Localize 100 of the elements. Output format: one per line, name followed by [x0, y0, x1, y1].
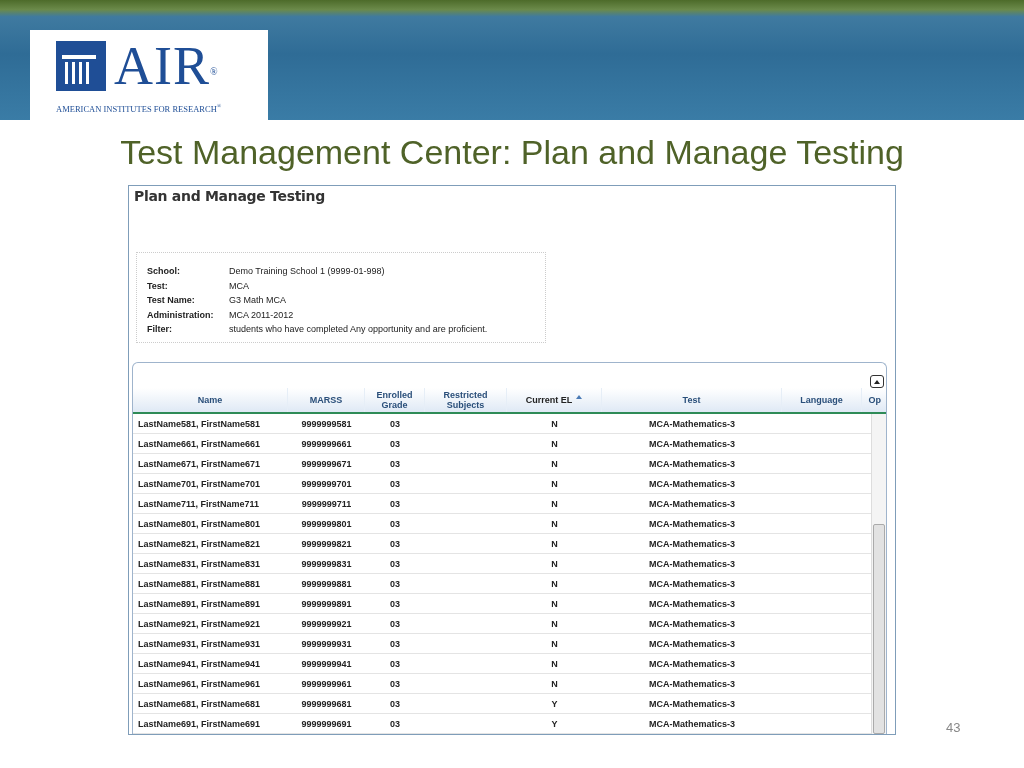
table-cell-text: MCA-Mathematics-3 [648, 597, 736, 611]
info-value: MCA 2011-2012 [229, 308, 295, 322]
table-cell-text: LastName691, FirstName691 [137, 717, 262, 731]
table-cell-text: LastName711, FirstName711 [137, 497, 261, 511]
table-cell-text: 03 [389, 697, 401, 711]
table-cell-text: LastName661, FirstName661 [137, 437, 262, 451]
table-row[interactable]: LastName881, FirstName881 9999999881 03 N MCA-Mathematics-3 [133, 574, 871, 594]
table-cell-text: 9999999831 [300, 557, 353, 571]
table-cell-text: MCA-Mathematics-3 [648, 417, 736, 431]
scrollbar-thumb[interactable] [873, 524, 885, 734]
column-header[interactable]: Test [602, 388, 782, 412]
table-row[interactable]: LastName661, FirstName661 9999999661 03 N MCA-Mathematics-3 [133, 434, 871, 454]
info-label: School: [147, 265, 181, 278]
table-cell-text: 03 [389, 617, 401, 631]
table-row[interactable]: LastName691, FirstName691 9999999691 03 Y MCA-Mathematics-3 [133, 714, 871, 734]
info-value: MCA [229, 279, 250, 293]
table-row[interactable]: LastName701, FirstName701 9999999701 03 N MCA-Mathematics-3 [133, 474, 871, 494]
table-cell-text: 9999999961 [300, 677, 353, 691]
table-cell-text: Y [550, 717, 559, 731]
table-cell-text: 9999999701 [300, 477, 353, 491]
table-cell-text: LastName891, FirstName891 [137, 597, 262, 611]
table-cell-text: N [550, 437, 559, 451]
table-cell-text: 03 [389, 657, 401, 671]
table-cell-text: LastName581, FirstName581 [137, 417, 262, 431]
table-cell-text: 03 [389, 457, 401, 471]
table-cell-text: N [550, 577, 559, 591]
table-cell-text: Y [550, 697, 559, 711]
table-cell-text: 9999999691 [300, 717, 353, 731]
column-header[interactable]: Op [862, 388, 886, 412]
column-header[interactable]: Name [133, 388, 288, 412]
table-cell-text: LastName931, FirstName931 [137, 637, 262, 651]
table-cell-text: N [550, 497, 559, 511]
table-row[interactable]: LastName831, FirstName831 9999999831 03 N MCA-Mathematics-3 [133, 554, 871, 574]
table-row[interactable]: LastName581, FirstName581 9999999581 03 N MCA-Mathematics-3 [133, 414, 871, 434]
table-cell-text: LastName941, FirstName941 [137, 657, 262, 671]
column-header[interactable]: MARSS [288, 388, 365, 412]
column-header[interactable]: Restricted Subjects [425, 388, 507, 412]
table-cell-text: MCA-Mathematics-3 [648, 677, 736, 691]
table-cell-text: MCA-Mathematics-3 [648, 437, 736, 451]
table-row[interactable]: LastName931, FirstName931 9999999931 03 N MCA-Mathematics-3 [133, 634, 871, 654]
logo-wordmark: AIR$^{®}$ [114, 38, 219, 94]
table-cell-text: LastName701, FirstName701 [137, 477, 262, 491]
table-cell-text: LastName921, FirstName921 [137, 617, 262, 631]
table-row[interactable]: LastName941, FirstName941 9999999941 03 N MCA-Mathematics-3 [133, 654, 871, 674]
column-header[interactable]: Language [782, 388, 862, 412]
table-cell-text: LastName801, FirstName801 [137, 517, 262, 531]
info-label: Test Name: [147, 294, 196, 307]
table-row[interactable]: LastName711, FirstName711 9999999711 03 N MCA-Mathematics-3 [133, 494, 871, 514]
info-value: students who have completed Any opportunity and are proficient. [229, 323, 489, 336]
table-cell-text: LastName671, FirstName671 [137, 457, 262, 471]
table-row[interactable]: LastName891, FirstName891 9999999891 03 N MCA-Mathematics-3 [133, 594, 871, 614]
table-cell-text: 03 [389, 577, 401, 591]
table-cell-text: 03 [389, 417, 401, 431]
table-cell-text: N [550, 517, 559, 531]
table-cell-text: 9999999801 [300, 517, 353, 531]
table-cell-text: 9999999581 [300, 417, 353, 431]
info-label: Test: [147, 279, 169, 293]
table-cell-text: LastName881, FirstName881 [137, 577, 262, 591]
info-label: Administration: [147, 308, 215, 322]
table-cell-text: N [550, 617, 559, 631]
table-cell-text: 9999999941 [300, 657, 353, 671]
table-cell-text: MCA-Mathematics-3 [648, 517, 736, 531]
table-row[interactable]: LastName961, FirstName961 9999999961 03 N MCA-Mathematics-3 [133, 674, 871, 694]
table-cell-text: N [550, 657, 559, 671]
table-row[interactable]: LastName821, FirstName821 9999999821 03 N MCA-Mathematics-3 [133, 534, 871, 554]
table-cell-text: N [550, 417, 559, 431]
table-cell-text: 03 [389, 477, 401, 491]
column-header[interactable]: Enrolled Grade [365, 388, 425, 412]
table-cell-text: 9999999891 [300, 597, 353, 611]
table-cell-text: MCA-Mathematics-3 [648, 617, 736, 631]
table-cell-text: N [550, 557, 559, 571]
table-cell-text: MCA-Mathematics-3 [648, 697, 736, 711]
table-cell-text: 03 [389, 597, 401, 611]
table-cell-text: MCA-Mathematics-3 [648, 557, 736, 571]
slide-title: Test Management Center: Plan and Manage Testing [119, 132, 905, 173]
caret-icon [874, 380, 880, 384]
table-cell-text: 9999999671 [300, 457, 353, 471]
table-row[interactable]: LastName671, FirstName671 9999999671 03 N MCA-Mathematics-3 [133, 454, 871, 474]
table-cell-text: MCA-Mathematics-3 [648, 477, 736, 491]
table-cell-text: LastName681, FirstName681 [137, 697, 262, 711]
info-value: Demo Training School 1 (9999-01-998) [229, 265, 386, 278]
table-row[interactable]: LastName921, FirstName921 9999999921 03 N MCA-Mathematics-3 [133, 614, 871, 634]
table-cell-text: 9999999661 [300, 437, 353, 451]
table-row[interactable]: LastName801, FirstName801 9999999801 03 N MCA-Mathematics-3 [133, 514, 871, 534]
table-cell-text: LastName961, FirstName961 [137, 677, 262, 691]
column-header[interactable]: Current EL [507, 388, 602, 412]
table-row[interactable]: LastName681, FirstName681 9999999681 03 Y MCA-Mathematics-3 [133, 694, 871, 714]
table-cell-text: 03 [389, 537, 401, 551]
table-cell-text: 03 [389, 557, 401, 571]
page-number: 43 [946, 720, 961, 735]
table-cell-text: MCA-Mathematics-3 [648, 717, 736, 731]
table-cell-text: N [550, 597, 559, 611]
collapse-button[interactable] [870, 375, 884, 389]
sort-arrow-icon [576, 395, 583, 400]
table-cell-text: MCA-Mathematics-3 [648, 457, 736, 471]
table-cell-text: 9999999881 [300, 577, 353, 591]
table-cell-text: N [550, 677, 559, 691]
scrollbar[interactable] [871, 414, 886, 734]
table-cell-text: 03 [389, 717, 401, 731]
table-cell-text: 9999999711 [300, 497, 353, 511]
